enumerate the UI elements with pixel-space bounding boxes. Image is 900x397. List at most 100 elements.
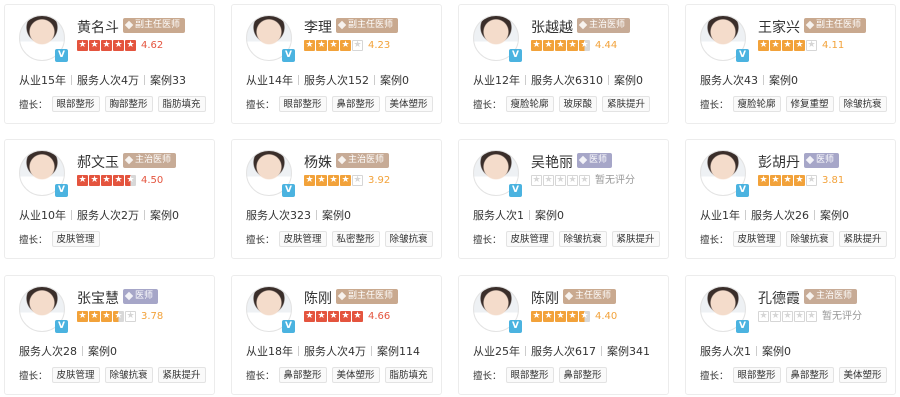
stat-item: 案例0: [769, 74, 798, 87]
doctor-name[interactable]: 黄名斗: [77, 17, 119, 37]
skill-tag[interactable]: 瘦脸轮廓: [505, 96, 554, 112]
stat-item: 案例0: [535, 209, 564, 222]
doctor-card[interactable]: V 陈刚 副主任医师 ★ ★ ★ ★ ★ 4.66 从业18年 服务人次4万 案例114 擅长： 鼻部整形…: [231, 275, 442, 395]
rating-stars: ★ ★ ★ ★ ★: [77, 175, 137, 187]
verified-icon: V: [55, 49, 68, 62]
skill-tag[interactable]: 私密整形: [331, 231, 380, 247]
star-icon: ★: [579, 175, 590, 186]
doctor-avatar[interactable]: V: [19, 286, 68, 333]
skill-tag[interactable]: 脂肪填充: [157, 96, 206, 112]
doctor-name[interactable]: 张越越: [531, 17, 573, 37]
skill-tag[interactable]: 紧肤提升: [838, 231, 887, 247]
skill-tag[interactable]: 紧肤提升: [611, 231, 660, 247]
skill-tag[interactable]: 眼部整形: [732, 367, 781, 383]
skill-tag[interactable]: 皮肤管理: [732, 231, 781, 247]
doctor-skills: 擅长： 皮肤管理 私密整形 除皱抗衰: [246, 231, 438, 247]
rating-stars: ★ ★ ★ ★ ★: [304, 311, 364, 323]
skill-tag[interactable]: 眼部整形: [505, 367, 554, 383]
doctor-name[interactable]: 孔德霞: [758, 288, 800, 308]
star-icon: ★: [531, 175, 542, 186]
doctor-avatar[interactable]: V: [473, 15, 522, 62]
doctor-card[interactable]: V 吴艳丽 医师 ★ ★ ★ ★ ★ 暂无评分 服务人次1 案例0 擅长： 皮肤管理 除皱抗衰 紧肤提升: [458, 139, 669, 259]
skill-tag[interactable]: 脂肪填充: [384, 367, 433, 383]
doctor-stats: 服务人次43 案例0: [700, 72, 798, 88]
doctor-name[interactable]: 杨姝: [304, 152, 332, 172]
skill-tag[interactable]: 鼻部整形: [785, 367, 834, 383]
skill-tag[interactable]: 美体塑形: [838, 367, 887, 383]
doctor-stats: 从业10年 服务人次2万 案例0: [19, 207, 179, 223]
doctor-name[interactable]: 彭胡丹: [758, 152, 800, 172]
skill-tag[interactable]: 紧肤提升: [157, 367, 206, 383]
skill-tag[interactable]: 修复重塑: [785, 96, 834, 112]
rating-stars: ★ ★ ★ ★ ★: [758, 311, 818, 323]
stat-item: 服务人次152: [304, 74, 369, 87]
skill-tag[interactable]: 鼻部整形: [278, 367, 327, 383]
doctor-avatar[interactable]: V: [700, 15, 749, 62]
skill-tag[interactable]: 皮肤管理: [51, 367, 100, 383]
doctor-skills: 擅长： 眼部整形 胸部整形 脂肪填充: [19, 96, 211, 112]
doctor-card[interactable]: V 黄名斗 副主任医师 ★ ★ ★ ★ ★ 4.62 从业15年 服务人次4万 案例33 擅长： 眼部整形…: [4, 4, 215, 124]
skill-tag[interactable]: 除皱抗衰: [838, 96, 887, 112]
skill-tag[interactable]: 眼部整形: [51, 96, 100, 112]
doctor-avatar[interactable]: V: [19, 150, 68, 197]
doctor-name[interactable]: 陈刚: [531, 288, 559, 308]
rating-stars: ★ ★ ★ ★ ★: [77, 40, 137, 52]
skill-tag[interactable]: 美体塑形: [331, 367, 380, 383]
doctor-avatar[interactable]: V: [19, 15, 68, 62]
skill-tag[interactable]: 鼻部整形: [331, 96, 380, 112]
skill-tag[interactable]: 皮肤管理: [505, 231, 554, 247]
doctor-card[interactable]: V 李理 副主任医师 ★ ★ ★ ★ ★ 4.23 从业14年 服务人次152 案例0 擅长： 眼部整形鼻…: [231, 4, 442, 124]
skill-tag[interactable]: 胸部整形: [104, 96, 153, 112]
skill-tag[interactable]: 瘦脸轮廓: [732, 96, 781, 112]
doctor-stats: 从业14年 服务人次152 案例0: [246, 72, 409, 88]
doctor-card[interactable]: V 孔德霞 主治医师 ★ ★ ★ ★ ★ 暂无评分 服务人次1 案例0 擅长： 眼部整形 鼻部整形 美体塑形: [685, 275, 896, 395]
doctor-avatar[interactable]: V: [700, 286, 749, 333]
skill-tag[interactable]: 除皱抗衰: [104, 367, 153, 383]
stat-item: 服务人次43: [700, 74, 758, 87]
doctor-skills: 擅长： 瘦脸轮廓 玻尿酸 紧肤提升: [473, 96, 655, 112]
rating-stars: ★ ★ ★ ★ ★: [531, 175, 591, 187]
skill-tag[interactable]: 除皱抗衰: [558, 231, 607, 247]
skill-tag[interactable]: 皮肤管理: [278, 231, 327, 247]
skill-tag[interactable]: 紧肤提升: [602, 96, 651, 112]
skill-tag[interactable]: 除皱抗衰: [384, 231, 433, 247]
divider: [144, 210, 145, 220]
star-icon: ★: [125, 40, 136, 51]
doctor-avatar[interactable]: V: [473, 286, 522, 333]
doctor-skills: 擅长： 眼部整形 鼻部整形 美体塑形: [246, 96, 438, 112]
doctor-card[interactable]: V 彭胡丹 医师 ★ ★ ★ ★ ★ 3.81 从业1年 服务人次26 案例0 擅长： 皮肤管理 除皱抗衰紧…: [685, 139, 896, 259]
doctor-name[interactable]: 郝文玉: [77, 152, 119, 172]
doctor-card[interactable]: V 张宝慧 医师 ★ ★ ★ ★ ★ 3.78 服务人次28 案例0 擅长： 皮肤管理 除皱抗衰 紧肤提升: [4, 275, 215, 395]
star-icon: ★: [555, 40, 566, 51]
skills-label: 擅长：: [19, 235, 48, 246]
doctor-card[interactable]: V 陈刚 主任医师 ★ ★ ★ ★ ★ 4.40 从业25年 服务人次617 案例341 擅长： 眼部整形…: [458, 275, 669, 395]
doctor-title-badge: 医师: [123, 289, 159, 304]
doctor-name[interactable]: 李理: [304, 17, 332, 37]
doctor-name[interactable]: 陈刚: [304, 288, 332, 308]
skill-tag[interactable]: 眼部整形: [278, 96, 327, 112]
skill-tag[interactable]: 鼻部整形: [558, 367, 607, 383]
doctor-card[interactable]: V 郝文玉 主治医师 ★ ★ ★ ★ ★ 4.50 从业10年 服务人次2万 案例0 擅长： 皮肤管理: [4, 139, 215, 259]
doctor-avatar[interactable]: V: [700, 150, 749, 197]
stat-item: 案例341: [607, 345, 650, 358]
doctor-card[interactable]: V 王家兴 副主任医师 ★ ★ ★ ★ ★ 4.11 服务人次43 案例0 擅长： 瘦脸轮廓 修复重塑 除皱…: [685, 4, 896, 124]
skill-tag[interactable]: 玻尿酸: [558, 96, 598, 112]
divider: [745, 210, 746, 220]
doctor-avatar[interactable]: V: [246, 15, 295, 62]
divider: [71, 75, 72, 85]
divider: [144, 75, 145, 85]
doctor-avatar[interactable]: V: [246, 286, 295, 333]
skill-tag[interactable]: 美体塑形: [384, 96, 433, 112]
star-icon: ★: [543, 175, 554, 186]
doctor-stats: 服务人次28 案例0: [19, 343, 117, 359]
doctor-avatar[interactable]: V: [246, 150, 295, 197]
doctor-name[interactable]: 吴艳丽: [531, 152, 573, 172]
doctor-name[interactable]: 王家兴: [758, 17, 800, 37]
doctor-card[interactable]: V 张越越 主治医师 ★ ★ ★ ★ ★ 4.44 从业12年 服务人次6310 案例0 擅长： 瘦脸轮廓…: [458, 4, 669, 124]
star-icon: ★: [304, 175, 315, 186]
doctor-card[interactable]: V 杨姝 主治医师 ★ ★ ★ ★ ★ 3.92 服务人次323 案例0 擅长： 皮肤管理 私密整形 除皱抗…: [231, 139, 442, 259]
doctor-avatar[interactable]: V: [473, 150, 522, 197]
doctor-name[interactable]: 张宝慧: [77, 288, 119, 308]
skill-tag[interactable]: 除皱抗衰: [785, 231, 834, 247]
skill-tag[interactable]: 皮肤管理: [51, 231, 100, 247]
